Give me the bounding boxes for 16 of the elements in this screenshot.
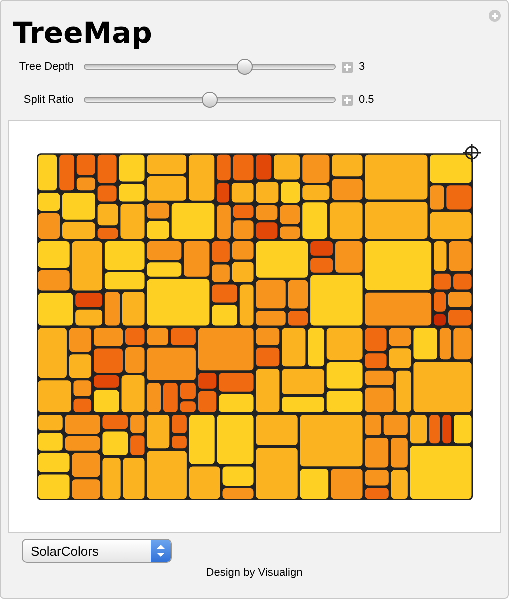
crosshair-icon bbox=[462, 143, 482, 163]
slider-track[interactable] bbox=[84, 58, 336, 76]
slider-value: 3 bbox=[359, 61, 366, 73]
credit-text: Design by Visualign bbox=[205, 567, 304, 579]
color-scheme-dropdown[interactable]: SolarColors bbox=[22, 539, 172, 563]
slider-track[interactable] bbox=[84, 91, 336, 109]
plus-icon[interactable] bbox=[489, 10, 501, 22]
plus-icon[interactable] bbox=[342, 94, 353, 106]
slider-value: 0.5 bbox=[359, 94, 374, 106]
slider-label: Split Ratio bbox=[22, 94, 74, 106]
dropdown-arrows-icon bbox=[151, 540, 171, 562]
slider-thumb[interactable] bbox=[202, 92, 218, 108]
app-title: TreeMap bbox=[12, 15, 152, 51]
plus-icon[interactable] bbox=[342, 62, 353, 72]
slider-thumb[interactable] bbox=[237, 59, 254, 75]
slider-label: Tree Depth bbox=[18, 61, 74, 73]
